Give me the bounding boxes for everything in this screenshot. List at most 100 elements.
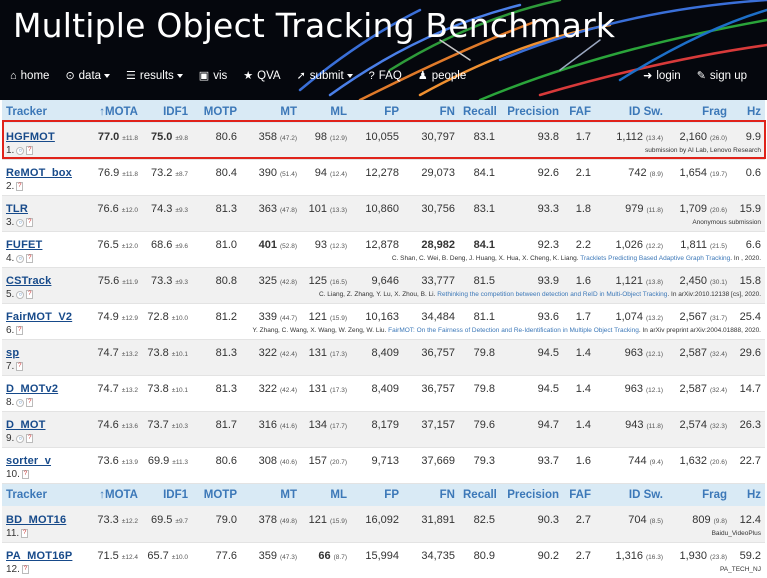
paper-link[interactable]: FairMOT: On the Fairness of Detection an… — [388, 327, 639, 334]
column-header-id-sw-[interactable]: ID Sw. — [595, 100, 667, 123]
column-header-precision[interactable]: Precision — [499, 483, 563, 506]
column-header-idf1[interactable]: IDF1 — [142, 100, 192, 123]
idsw-cell: 744 (9.4) — [595, 447, 667, 467]
paper-icon[interactable]: ? — [16, 182, 24, 192]
code-icon[interactable]: ○ — [16, 218, 25, 227]
mota-cell-detail: ±13.2 — [121, 351, 138, 358]
column-header-ml[interactable]: ML — [301, 483, 351, 506]
tracker-link[interactable]: sorter_v — [6, 455, 51, 467]
paper-icon[interactable]: ? — [16, 326, 24, 336]
nav-vis[interactable]: ▣ vis — [199, 70, 227, 82]
recall-cell-value: 83.1 — [473, 131, 495, 143]
paper-icon[interactable]: ? — [26, 434, 34, 444]
paper-icon[interactable]: ? — [21, 470, 29, 480]
faf-cell: 2.7 — [563, 506, 595, 526]
idsw-cell-value: 979 — [625, 203, 644, 215]
column-header-hz[interactable]: Hz — [731, 483, 765, 506]
paper-icon[interactable]: ? — [26, 146, 34, 156]
faf-cell: 1.7 — [563, 123, 595, 143]
faf-cell: 2.1 — [563, 159, 595, 179]
fp-cell-value: 16,092 — [365, 514, 399, 526]
code-icon[interactable]: ○ — [16, 434, 25, 443]
column-header-idf1[interactable]: IDF1 — [142, 483, 192, 506]
column-header-mt[interactable]: MT — [241, 483, 301, 506]
table-row: TLR 76.6 ±12.0 74.3 ±9.3 81.3 363 (47.8) 101 (13.… — [2, 195, 765, 215]
frag-cell-detail: (19.7) — [710, 171, 727, 178]
paper-icon[interactable]: ? — [21, 529, 29, 539]
paper-icon[interactable]: ? — [26, 254, 34, 264]
paper-icon[interactable]: ? — [16, 362, 24, 372]
paper-link[interactable]: Tracklets Predicting Based Adaptive Grap… — [580, 255, 730, 262]
column-header-ml[interactable]: ML — [301, 100, 351, 123]
column-header-frag[interactable]: Frag — [667, 483, 731, 506]
column-header-tracker[interactable]: Tracker — [2, 100, 77, 123]
code-icon[interactable]: ○ — [16, 290, 25, 299]
mota-cell-value: 75.6 — [97, 275, 120, 287]
column-header-fn[interactable]: FN — [403, 483, 459, 506]
fp-cell-value: 15,994 — [365, 550, 399, 562]
nav-sign-up[interactable]: ✎ sign up — [697, 70, 747, 82]
nav-data[interactable]: ⊙ data — [65, 70, 111, 82]
nav-results[interactable]: ☰ results — [126, 70, 183, 82]
column-header-hz[interactable]: Hz — [731, 100, 765, 123]
rank-cell: 10.? — [2, 467, 142, 484]
tracker-link[interactable]: D_MOTv2 — [6, 383, 58, 395]
column-header-faf[interactable]: FAF — [563, 483, 595, 506]
column-header-fp[interactable]: FP — [351, 483, 403, 506]
paper-icon[interactable]: ? — [21, 565, 29, 575]
rank-label: 5. ○? — [6, 289, 34, 300]
tracker-link[interactable]: FairMOT_V2 — [6, 311, 72, 323]
tracker-link[interactable]: sp — [6, 347, 19, 359]
code-icon[interactable]: ○ — [16, 254, 25, 263]
frag-cell: 1,632 (20.6) — [667, 447, 731, 467]
fp-cell-value: 12,278 — [365, 167, 399, 179]
tracker-link[interactable]: HGFMOT — [6, 131, 55, 143]
column-header-id-sw-[interactable]: ID Sw. — [595, 483, 667, 506]
column-header-fn[interactable]: FN — [403, 100, 459, 123]
rank-cell: 1. ○? — [2, 143, 142, 160]
column-header-tracker[interactable]: Tracker — [2, 483, 77, 506]
tracker-link[interactable]: PA_MOT16P — [6, 550, 72, 562]
nav-login[interactable]: ➜ login — [643, 70, 681, 82]
hz-cell: 59.2 — [731, 542, 765, 562]
recall-cell: 84.1 — [459, 231, 499, 251]
column-header-recall[interactable]: Recall — [459, 100, 499, 123]
paper-link[interactable]: Rethinking the competition between detec… — [437, 291, 667, 298]
column-header-recall[interactable]: Recall — [459, 483, 499, 506]
column-header-precision[interactable]: Precision — [499, 100, 563, 123]
nav-home[interactable]: ⌂ home — [10, 70, 49, 82]
nav-label: FAQ — [378, 70, 402, 82]
column-header-mota[interactable]: ↑MOTA — [77, 483, 142, 506]
tracker-link[interactable]: FUFET — [6, 239, 42, 251]
column-header-motp[interactable]: MOTP — [192, 100, 241, 123]
tracker-link[interactable]: ReMOT_box — [6, 167, 72, 179]
column-header-motp[interactable]: MOTP — [192, 483, 241, 506]
column-header-fp[interactable]: FP — [351, 100, 403, 123]
tracker-link[interactable]: CSTrack — [6, 275, 51, 287]
precision-cell-value: 94.5 — [537, 383, 559, 395]
column-header-mota[interactable]: ↑MOTA — [77, 100, 142, 123]
paper-icon[interactable]: ? — [26, 398, 34, 408]
ml-cell-value: 125 — [308, 275, 328, 287]
tracker-link[interactable]: D_MOT — [6, 419, 46, 431]
fp-cell-value: 10,163 — [365, 311, 399, 323]
column-header-frag[interactable]: Frag — [667, 100, 731, 123]
column-header-mt[interactable]: MT — [241, 100, 301, 123]
paper-icon[interactable]: ? — [26, 290, 34, 300]
fn-cell: 34,484 — [403, 303, 459, 323]
nav-submit[interactable]: ➚ submit — [297, 70, 353, 82]
paper-icon[interactable]: ? — [26, 218, 34, 228]
rank-label: 10.? — [6, 469, 29, 480]
column-header-faf[interactable]: FAF — [563, 100, 595, 123]
code-icon[interactable]: ○ — [16, 146, 25, 155]
tracker-link[interactable]: BD_MOT16 — [6, 514, 66, 526]
citation-text: C. Liang, Z. Zhang, Y. Lu, X. Zhou, B. L… — [318, 291, 436, 299]
tracker-link[interactable]: TLR — [6, 203, 28, 215]
nav-FAQ[interactable]: ? FAQ — [369, 70, 402, 82]
mota-cell: 73.3 ±12.2 — [77, 506, 142, 526]
nav-people[interactable]: ♟ people — [418, 70, 466, 82]
mt-cell: 358 (47.2) — [241, 123, 301, 143]
code-icon[interactable]: ○ — [16, 398, 25, 407]
film-icon: ▣ — [198, 69, 210, 82]
nav-QVA[interactable]: ★ QVA — [243, 70, 280, 82]
